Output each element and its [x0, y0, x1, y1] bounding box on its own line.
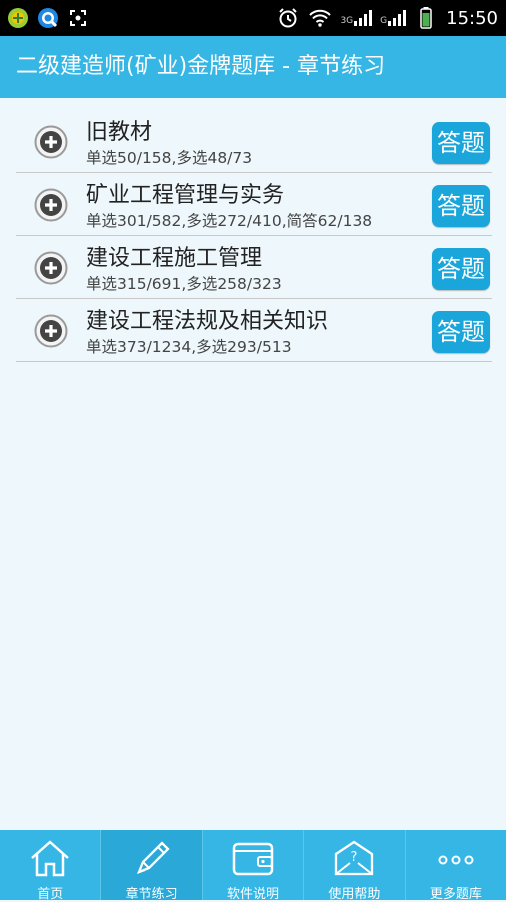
- nav-label: 更多题库: [429, 887, 482, 902]
- alarm-icon: [276, 6, 300, 30]
- signal-3g-icon: 3G: [340, 10, 373, 26]
- svg-text:?: ?: [351, 850, 358, 865]
- bottom-nav: 首页 章节练习 软件说明 ? 使用帮助 更多题库: [0, 830, 506, 902]
- browser-notification-icon: [36, 6, 60, 30]
- nav-label: 章节练习: [125, 887, 178, 902]
- expand-plus-icon[interactable]: [34, 188, 68, 222]
- answer-button[interactable]: 答题: [432, 122, 490, 164]
- home-icon: [31, 840, 70, 877]
- nav-label: 使用帮助: [328, 887, 381, 902]
- chapter-row[interactable]: 旧教材 单选50/158,多选48/73 答题: [16, 110, 492, 173]
- expand-plus-icon[interactable]: [34, 314, 68, 348]
- answer-button[interactable]: 答题: [432, 248, 490, 290]
- page-title: 二级建造师(矿业)金牌题库 - 章节练习: [16, 54, 386, 79]
- nav-label: 软件说明: [227, 887, 280, 902]
- nav-label: 首页: [37, 887, 64, 902]
- network-type-label: 3G: [340, 16, 354, 26]
- nav-home[interactable]: 首页: [0, 830, 102, 902]
- help-mail-icon: ?: [335, 840, 374, 876]
- wallet-icon: [232, 842, 274, 876]
- pencil-icon: [136, 841, 170, 875]
- signal-g-icon: G: [380, 10, 407, 26]
- nav-help[interactable]: ? 使用帮助: [304, 830, 406, 902]
- clock: 15:50: [446, 7, 498, 29]
- nav-software-info[interactable]: 软件说明: [203, 830, 305, 902]
- nav-more-banks[interactable]: 更多题库: [406, 830, 506, 902]
- wifi-icon: [308, 6, 332, 30]
- chapter-title: 建设工程法规及相关知识: [86, 309, 329, 334]
- answer-button[interactable]: 答题: [432, 311, 490, 353]
- title-bar: 二级建造师(矿业)金牌题库 - 章节练习: [0, 36, 506, 98]
- chapter-stats: 单选301/582,多选272/410,简答62/138: [86, 212, 373, 230]
- answer-button[interactable]: 答题: [432, 185, 490, 227]
- chapter-row[interactable]: 矿业工程管理与实务 单选301/582,多选272/410,简答62/138 答…: [16, 173, 492, 236]
- nav-chapter-practice[interactable]: 章节练习: [101, 830, 203, 902]
- expand-plus-icon[interactable]: [34, 251, 68, 285]
- app-notification-icon: [6, 6, 30, 30]
- chapter-row[interactable]: 建设工程法规及相关知识 单选373/1234,多选293/513 答题: [16, 299, 492, 362]
- chapter-title: 建设工程施工管理: [86, 246, 263, 271]
- screenshot-icon: [66, 6, 90, 30]
- chapter-title: 旧教材: [86, 120, 153, 145]
- expand-plus-icon[interactable]: [34, 125, 68, 159]
- chapter-stats: 单选373/1234,多选293/513: [86, 338, 292, 356]
- more-icon: [438, 855, 474, 865]
- chapter-stats: 单选50/158,多选48/73: [86, 149, 253, 167]
- chapter-title: 矿业工程管理与实务: [86, 183, 285, 208]
- status-bar: 3G G 15:50: [0, 0, 506, 36]
- network-type-label-2: G: [380, 16, 388, 26]
- chapter-list: 旧教材 单选50/158,多选48/73 答题 矿业工程管理与实务 单选301/…: [16, 110, 492, 362]
- chapter-row[interactable]: 建设工程施工管理 单选315/691,多选258/323 答题: [16, 236, 492, 299]
- battery-icon: [414, 6, 438, 30]
- chapter-stats: 单选315/691,多选258/323: [86, 275, 282, 293]
